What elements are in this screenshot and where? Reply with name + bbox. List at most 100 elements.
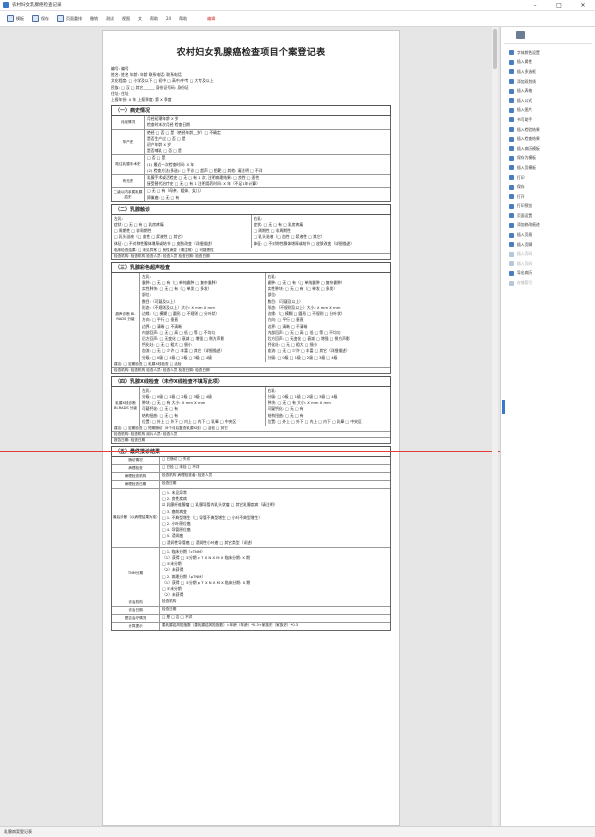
result-footer-row-value[interactable]: 检查日期 <box>160 607 390 614</box>
text-button[interactable]: 文 <box>134 13 146 25</box>
tool-item[interactable]: 插入属性 <box>501 58 595 68</box>
template-button[interactable]: 模板 <box>3 13 28 25</box>
tool-item[interactable]: 添加修改痕迹 <box>501 221 595 231</box>
palpation-footer-text[interactable]: 检查机构: 检查机构 检查人员: 检查人员 检查日期: 检查日期 <box>112 254 390 259</box>
tool-icon <box>509 79 514 85</box>
vertical-scrollbar[interactable] <box>492 27 498 826</box>
save-button[interactable]: 保存 <box>28 13 53 25</box>
panel-splitter-handle[interactable] <box>502 400 505 414</box>
tool-item[interactable]: 保存为模板 <box>501 154 595 164</box>
tool-item[interactable]: 插入多选框 <box>501 67 595 77</box>
size-button[interactable]: 24 <box>162 13 175 25</box>
toolbox-icon[interactable] <box>516 31 525 39</box>
tool-label: 插入检查结果 <box>517 136 540 142</box>
tool-icon <box>509 69 514 75</box>
tool-item[interactable]: 添加双划线 <box>501 77 595 87</box>
history-item[interactable]: 接受替代治疗史 □ 无 □ 有 1 注明用药时间: X 年（不足1年计算） <box>147 181 388 187</box>
tool-icon <box>509 270 514 276</box>
ultrasound-footer-text[interactable]: 检查机构: 检查机构 检查人员: 检查人员 检查日期: 检查日期 <box>112 368 390 373</box>
history-row-body[interactable]: 乳腺手术或活检史 □ 无 □ 有 1 次, 注明病理结果: □ 良性 □ 恶性接… <box>145 175 390 187</box>
help2-button[interactable]: 帮助 <box>175 13 191 25</box>
ultrasound-footer-text[interactable]: 建议: □ 定期检查 □ 乳腺X线检查 □ 活检 <box>112 362 390 367</box>
ultrasound-right[interactable]: 右乳: 囊肿: □ 无 □ 有（□ 单纯囊肿 □ 复杂囊肿） 实性肿块: □ 无 □… <box>264 272 391 362</box>
tools-panel: 字体颜色设置 插入属性 插入多选框 添加双划线 插入表格 插入公式 插入图片 书写助手 插入检验… <box>500 27 595 826</box>
tool-item[interactable]: 插入检验结果 <box>501 125 595 135</box>
section-palpation: （二）乳腺触诊 <box>111 203 391 215</box>
history-row-body[interactable]: □ 否 □ 是 (1) 最近一次检查时间: X 年 (2) 检查方法(多选): □ … <box>145 155 390 174</box>
diagnosis-options[interactable]: □ 1. 未见异常 □ 2. 良性疾病 ☑ 乳腺纤维腺瘤 □ 乳腺导管内乳头状瘤 □… <box>160 489 390 547</box>
tool-item[interactable]: 打开 <box>501 192 595 202</box>
xray-right-line[interactable]: 位置: □ 外上 □ 外下 □ 内上 □ 内下 □ 乳晕 □ 中央区 <box>268 419 389 425</box>
result-footer-row-value[interactable]: 患乳腺癌风险指数（患乳腺癌风险指数）=年龄（年龄）*0.3+家族史（家族史）*0… <box>160 623 390 630</box>
scrollbar-thumb[interactable] <box>493 29 497 69</box>
tool-item[interactable]: 插入病历模板 <box>501 144 595 154</box>
tool-item[interactable]: 插入图片 <box>501 106 595 116</box>
palpation-footer: 临床检查结果: □ 未见异常 □ 良性病变（请注明）□ 可疑恶性 检查机构: 检查… <box>112 248 390 259</box>
tool-item[interactable]: 插入检查结果 <box>501 134 595 144</box>
history-item[interactable]: 卵巢癌: □ 无 □ 有 <box>147 195 388 201</box>
xray-footer-row: 报告日期: 检查日期 <box>112 436 390 443</box>
palpation-footer-text[interactable]: 临床检查结果: □ 未见异常 □ 良性病变（请注明）□ 可疑恶性 <box>112 248 390 253</box>
history-row-label: 既往乳腺手术史 <box>112 155 145 175</box>
tool-item[interactable]: 字体颜色设置 <box>501 48 595 58</box>
diagnosis-line[interactable]: □ 浸润性导管癌 □ 浸润性小叶癌 □ 其它类型（详述） <box>162 540 388 546</box>
xray-left-line[interactable]: 位置: □ 外上 □ 外下 □ 内上 □ 内下 □ 乳晕 □ 中央区 <box>142 419 263 425</box>
document-page[interactable]: 农村妇女乳腺癌检查项目个案登记表 编号: 编号 姓名: 姓名 年龄: 年龄 联系电… <box>102 30 400 826</box>
tool-item[interactable]: 插入页眉 <box>501 230 595 240</box>
document-canvas: 农村妇女乳腺癌检查项目个案登记表 编号: 编号 姓名: 姓名 年龄: 年龄 联系电… <box>0 27 500 826</box>
history-row-label: 二级以内亲属乳腺癌史 <box>112 188 145 201</box>
ultrasound-left[interactable]: 左乳: 囊肿: □ 无 □ 有（□ 单纯囊肿 □ 复杂囊肿） 实性肿块: □ 无 □… <box>140 273 265 362</box>
tnm-line[interactable]: （2）未获得 <box>162 592 388 598</box>
document-title: 农村妇女乳腺癌检查项目个案登记表 <box>176 48 326 58</box>
history-row-body[interactable]: 绝经 □ 否 □ 是（绝经年龄__岁）□ 不确定 是否生产过 □ 否 □ 是初产年… <box>145 130 390 155</box>
result-row-value[interactable]: □ 已随访 □ 失访 <box>160 457 390 464</box>
xray-footer-text[interactable]: 报告日期: 检查日期 <box>112 438 390 443</box>
tool-item[interactable]: 书写助手 <box>501 115 595 125</box>
result-row-label: 随访情况 <box>112 456 160 464</box>
result-footer-row-value[interactable]: □ 是 □ 否 □ 不详 <box>160 615 390 622</box>
relayout-button[interactable]: 页面重排 <box>53 13 86 25</box>
view-button[interactable]: 视图 <box>118 13 134 25</box>
xray-footer-text[interactable]: 建议: □ 定期检查 □ 短期随访（6个月后复查乳腺X线）□ 活检 □ 其它 <box>112 426 390 431</box>
close-button[interactable]: ✕ <box>571 0 595 11</box>
history-row-body[interactable]: □ 无 □ 有（母亲、姐妹、女儿） 卵巢癌: □ 无 □ 有 <box>145 188 390 200</box>
tool-item[interactable]: 插入页码 <box>501 259 595 269</box>
ultrasound-right-line[interactable]: 分级: □ 0级 □ 1级 □ 2级 □ 3级 □ 4级 <box>268 355 389 361</box>
tool-item[interactable]: 插入表格 <box>501 86 595 96</box>
tool-item[interactable]: 插入页码 <box>501 249 595 259</box>
tool-item[interactable]: 插入公式 <box>501 96 595 106</box>
palpation-right-line[interactable]: 体征: □ 不对称性腺体增厚或结节 □ 皮肤改变（详细描述） <box>254 241 389 247</box>
help-button[interactable]: 帮助 <box>146 13 162 25</box>
tool-item[interactable]: 打印 <box>501 173 595 183</box>
result-row-value[interactable]: 检查日期 <box>160 481 390 488</box>
ultrasound-left-line[interactable]: 分级: □ 0级 □ 1级 □ 2级 □ 3级 □ 4级 <box>142 355 263 361</box>
xray-right[interactable]: 右乳: 分级: □ 0级 □ 1级 □ 2级 □ 3级 □ 4级 肿块: □ 无 □… <box>264 386 391 426</box>
history-item[interactable]: 是否哺乳 □ 否 □ 是 <box>147 148 388 154</box>
maximize-button[interactable]: □ <box>547 0 571 11</box>
edit-button[interactable]: 编辑 <box>203 13 219 25</box>
history-row-body[interactable]: 月经初潮年龄 X 岁检查时末次月经 检查日期 <box>145 116 390 128</box>
palpation-left-line[interactable]: 体征: □ 不对称性腺体增厚或结节 □ 皮肤改变（详细描述） <box>114 241 249 247</box>
result-row-value[interactable]: 检查机构 病理检查者: 检查人员 <box>160 473 390 480</box>
tool-item[interactable]: 插入页模板 <box>501 163 595 173</box>
result-row: 随访情况 □ 已随访 □ 失访 <box>112 456 390 464</box>
test-button[interactable]: 测试 <box>102 13 118 25</box>
xray-left[interactable]: 左乳: 分级: □ 0级 □ 1级 □ 2级 □ 3级 □ 4级 肿块: □ 无 □… <box>140 387 265 426</box>
history-item[interactable]: (2) 检查方法(多选): □ 手诊 □ 超声 □ 钼靶 □ 其他: 请注明 □… <box>147 168 388 174</box>
palpation-left[interactable]: 左乳: 症状: □ 无 □ 有 □ 乳房疼痛 □ 周期性 □ 非周期性 □ 乳头溢液（… <box>112 215 251 248</box>
tool-item[interactable]: 导出病历 <box>501 269 595 279</box>
result-footer-row-value[interactable]: 检查机构 <box>160 599 390 606</box>
palpation-right[interactable]: 右乳: 症状: □ 无 □ 有 □ 乳房疼痛 □ 周期性 □ 非周期性 □ 乳头溢液（… <box>250 214 391 248</box>
history-item[interactable]: 检查时末次月经 检查日期 <box>147 122 388 128</box>
tool-item[interactable]: 插入页脚 <box>501 240 595 250</box>
xray-footer-text[interactable]: 检查机构: 检查机构 阅片人员: 检查人员 <box>112 432 390 437</box>
undo-button[interactable]: 撤销 <box>86 13 102 25</box>
tnm-options[interactable]: □ 1. 临床分期（cTNM） （1）获得 □ ①分期 c T X N X M X… <box>160 548 390 600</box>
tool-item[interactable]: 打印预览 <box>501 202 595 212</box>
minimize-button[interactable]: – <box>523 0 547 11</box>
tool-item[interactable]: 保存 <box>501 182 595 192</box>
tool-item[interactable]: 页面设置 <box>501 211 595 221</box>
tool-item[interactable]: 存储索引 <box>501 278 595 288</box>
header-line[interactable]: 上报年份: X 年 上报季度: 第 X 季度 <box>111 97 391 103</box>
result-row-value[interactable]: □ 已检 □ 未检 □ 不详 <box>160 465 390 472</box>
